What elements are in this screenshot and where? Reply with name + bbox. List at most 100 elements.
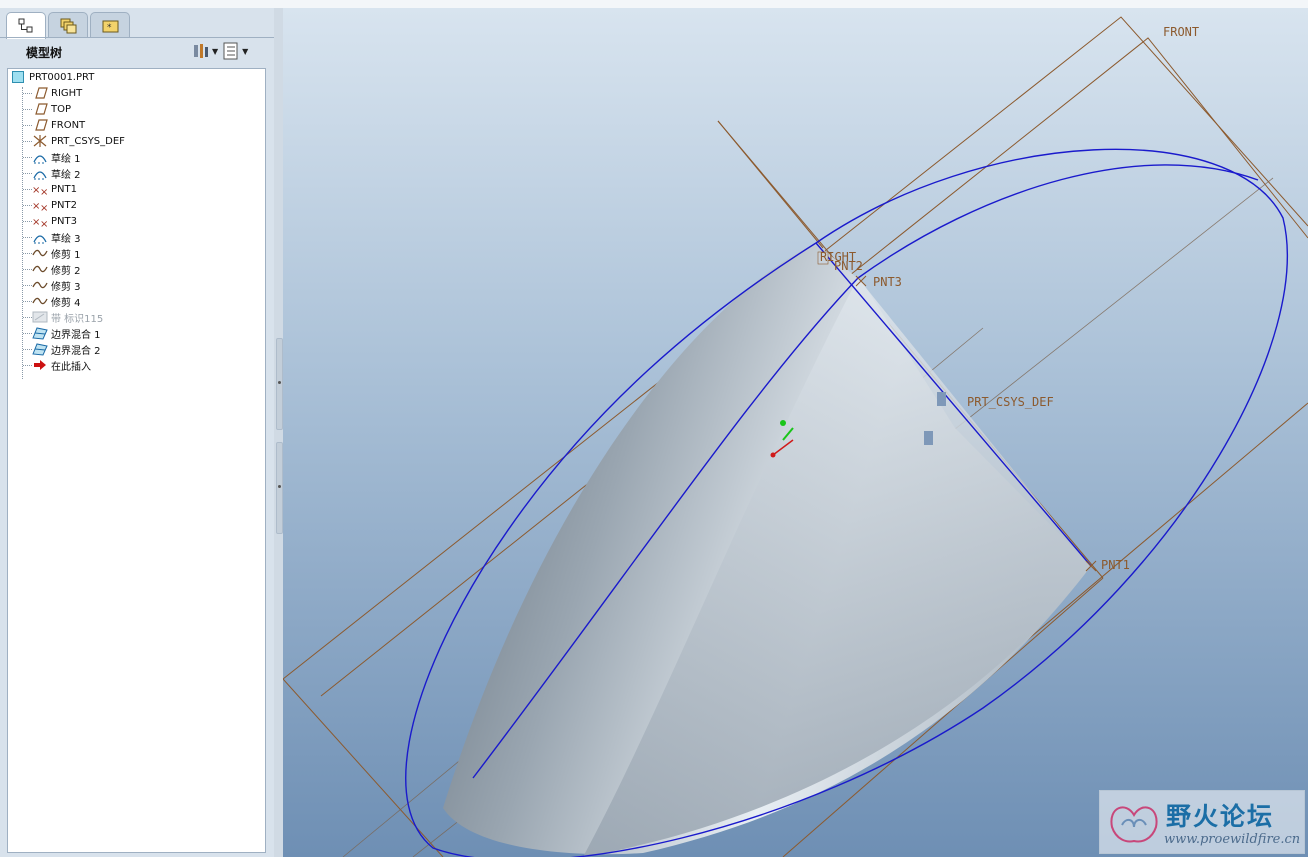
navigator-panel: * 模型树 ▼ ▼ PRT0001.PRT RIGHT TOP FRONT PR…: [0, 8, 274, 857]
tree-item-right[interactable]: RIGHT: [32, 85, 82, 101]
tree-connector: [23, 269, 32, 270]
label-pnt2[interactable]: PNT2: [834, 259, 863, 273]
tree-item-label: RIGHT: [51, 87, 83, 99]
tree-item-insert-here[interactable]: 在此插入: [32, 357, 91, 373]
model-tree: PRT0001.PRT RIGHT TOP FRONT PRT_CSYS_DEF…: [7, 68, 266, 853]
settings-dropdown[interactable]: ▼: [192, 42, 218, 60]
label-pnt1[interactable]: PNT1: [1101, 558, 1130, 572]
panel-splitter[interactable]: [274, 8, 283, 857]
tree-item-label: 草绘 3: [51, 233, 81, 245]
tree-item-trim-1[interactable]: 修剪 1: [32, 245, 81, 261]
tree-item-sketch-2[interactable]: 草绘 2: [32, 165, 81, 181]
tree-item-trim-3[interactable]: 修剪 3: [32, 277, 81, 293]
tree-connector: [23, 189, 32, 190]
watermark-title: 野火论坛: [1166, 802, 1275, 831]
boundary-blend-icon: [32, 343, 48, 356]
tree-item-top[interactable]: TOP: [32, 101, 71, 117]
tree-connector: [23, 205, 32, 206]
band-icon: [32, 311, 48, 323]
boundary-blend-icon: [32, 327, 48, 340]
tree-connector: [23, 141, 32, 142]
tree-connector: [23, 317, 32, 318]
sketch-icon: [33, 155, 47, 164]
trim-curve-icon: [32, 265, 48, 273]
model-tree-icon: [18, 18, 33, 33]
tree-root[interactable]: PRT0001.PRT: [12, 69, 94, 85]
tree-connector: [23, 221, 32, 222]
tree-connector: [23, 93, 32, 94]
tree-item-csys[interactable]: PRT_CSYS_DEF: [32, 133, 125, 149]
csys-marker-icon: [924, 431, 933, 445]
tab-divider: [0, 37, 274, 38]
tree-item-label: PNT1: [51, 183, 77, 195]
label-pnt3[interactable]: PNT3: [873, 275, 902, 289]
datum-plane-icon: [35, 103, 48, 115]
model-tree-tab[interactable]: [6, 12, 46, 39]
tree-root-label: PRT0001.PRT: [29, 71, 95, 83]
tree-item-label: PNT2: [51, 199, 77, 211]
tree-connector: [23, 285, 32, 286]
sketch-icon: [33, 171, 47, 180]
tree-connector: [23, 109, 32, 110]
chevron-down-icon: ▼: [212, 46, 219, 56]
tree-connector: [23, 253, 32, 254]
trim-curve-icon: [32, 297, 48, 305]
tree-connector: [23, 301, 32, 302]
chevron-down-icon: ▼: [242, 46, 249, 56]
layers-icon: [60, 18, 77, 34]
svg-text:×: ×: [40, 219, 48, 228]
tree-item-sketch-3[interactable]: 草绘 3: [32, 229, 81, 245]
label-csys[interactable]: PRT_CSYS_DEF: [967, 395, 1054, 409]
layers-tab[interactable]: [48, 12, 88, 37]
tree-connector: [23, 157, 32, 158]
tree-item-label: 修剪 4: [51, 297, 81, 309]
tree-item-label: 带 标识115: [51, 313, 104, 325]
tree-item-label: 修剪 2: [51, 265, 81, 277]
tree-item-label: FRONT: [51, 119, 86, 131]
trim-curve-icon: [32, 281, 48, 289]
tree-item-label: 草绘 1: [51, 153, 81, 165]
tree-toolbar: ▼ ▼: [192, 42, 248, 60]
favorites-tab[interactable]: *: [90, 12, 130, 37]
datum-plane-icon: [35, 87, 48, 99]
label-front[interactable]: FRONT: [1163, 25, 1199, 39]
csys-marker-icon: [937, 392, 946, 406]
tree-connector: [23, 237, 32, 238]
show-dropdown[interactable]: ▼: [222, 42, 248, 60]
tree-item-pnt2[interactable]: × × PNT2: [32, 197, 77, 213]
graphics-window[interactable]: FRONT RIGHT PNT2 PNT3 PRT_CSYS_DEF PNT1 …: [283, 8, 1308, 857]
part-icon: [12, 71, 24, 83]
trim-curve-icon: [32, 249, 48, 257]
svg-text:*: *: [107, 23, 112, 33]
tree-item-boundary-blend-1[interactable]: 边界混合 1: [32, 325, 101, 341]
tree-item-label: 边界混合 2: [51, 345, 101, 357]
tree-item-label: PRT_CSYS_DEF: [51, 135, 125, 147]
tree-item-label: PNT3: [51, 215, 77, 227]
tools-icon: [194, 44, 208, 58]
favorites-folder-icon: *: [102, 20, 119, 33]
insert-here-arrow-icon: [34, 360, 46, 370]
datum-point-icon: × ×: [32, 217, 48, 228]
tree-item-sketch-1[interactable]: 草绘 1: [32, 149, 81, 165]
tree-item-boundary-blend-2[interactable]: 边界混合 2: [32, 341, 101, 357]
tree-item-trim-4[interactable]: 修剪 4: [32, 293, 81, 309]
tree-connector: [23, 333, 32, 334]
csys-icon: [33, 135, 47, 147]
datum-point-icon: × ×: [32, 201, 48, 212]
tree-item-label: TOP: [51, 103, 72, 115]
tree-item-trim-2[interactable]: 修剪 2: [32, 261, 81, 277]
tree-item-label: 修剪 3: [51, 281, 81, 293]
tree-item-front[interactable]: FRONT: [32, 117, 85, 133]
tree-connector: [23, 173, 32, 174]
splitter-grip[interactable]: [276, 338, 283, 430]
tree-item-pnt1[interactable]: × × PNT1: [32, 181, 77, 197]
datum-plane-icon: [35, 119, 48, 131]
tree-item-label: 在此插入: [51, 361, 91, 373]
tree-item-label: 修剪 1: [51, 249, 81, 261]
tree-item-pnt3[interactable]: × × PNT3: [32, 213, 77, 229]
svg-text:×: ×: [40, 203, 48, 212]
tree-item-band[interactable]: 带 标识115: [32, 309, 103, 325]
tree-item-label: 草绘 2: [51, 169, 81, 181]
panel-title: 模型树: [26, 46, 63, 60]
splitter-grip[interactable]: [276, 442, 283, 534]
